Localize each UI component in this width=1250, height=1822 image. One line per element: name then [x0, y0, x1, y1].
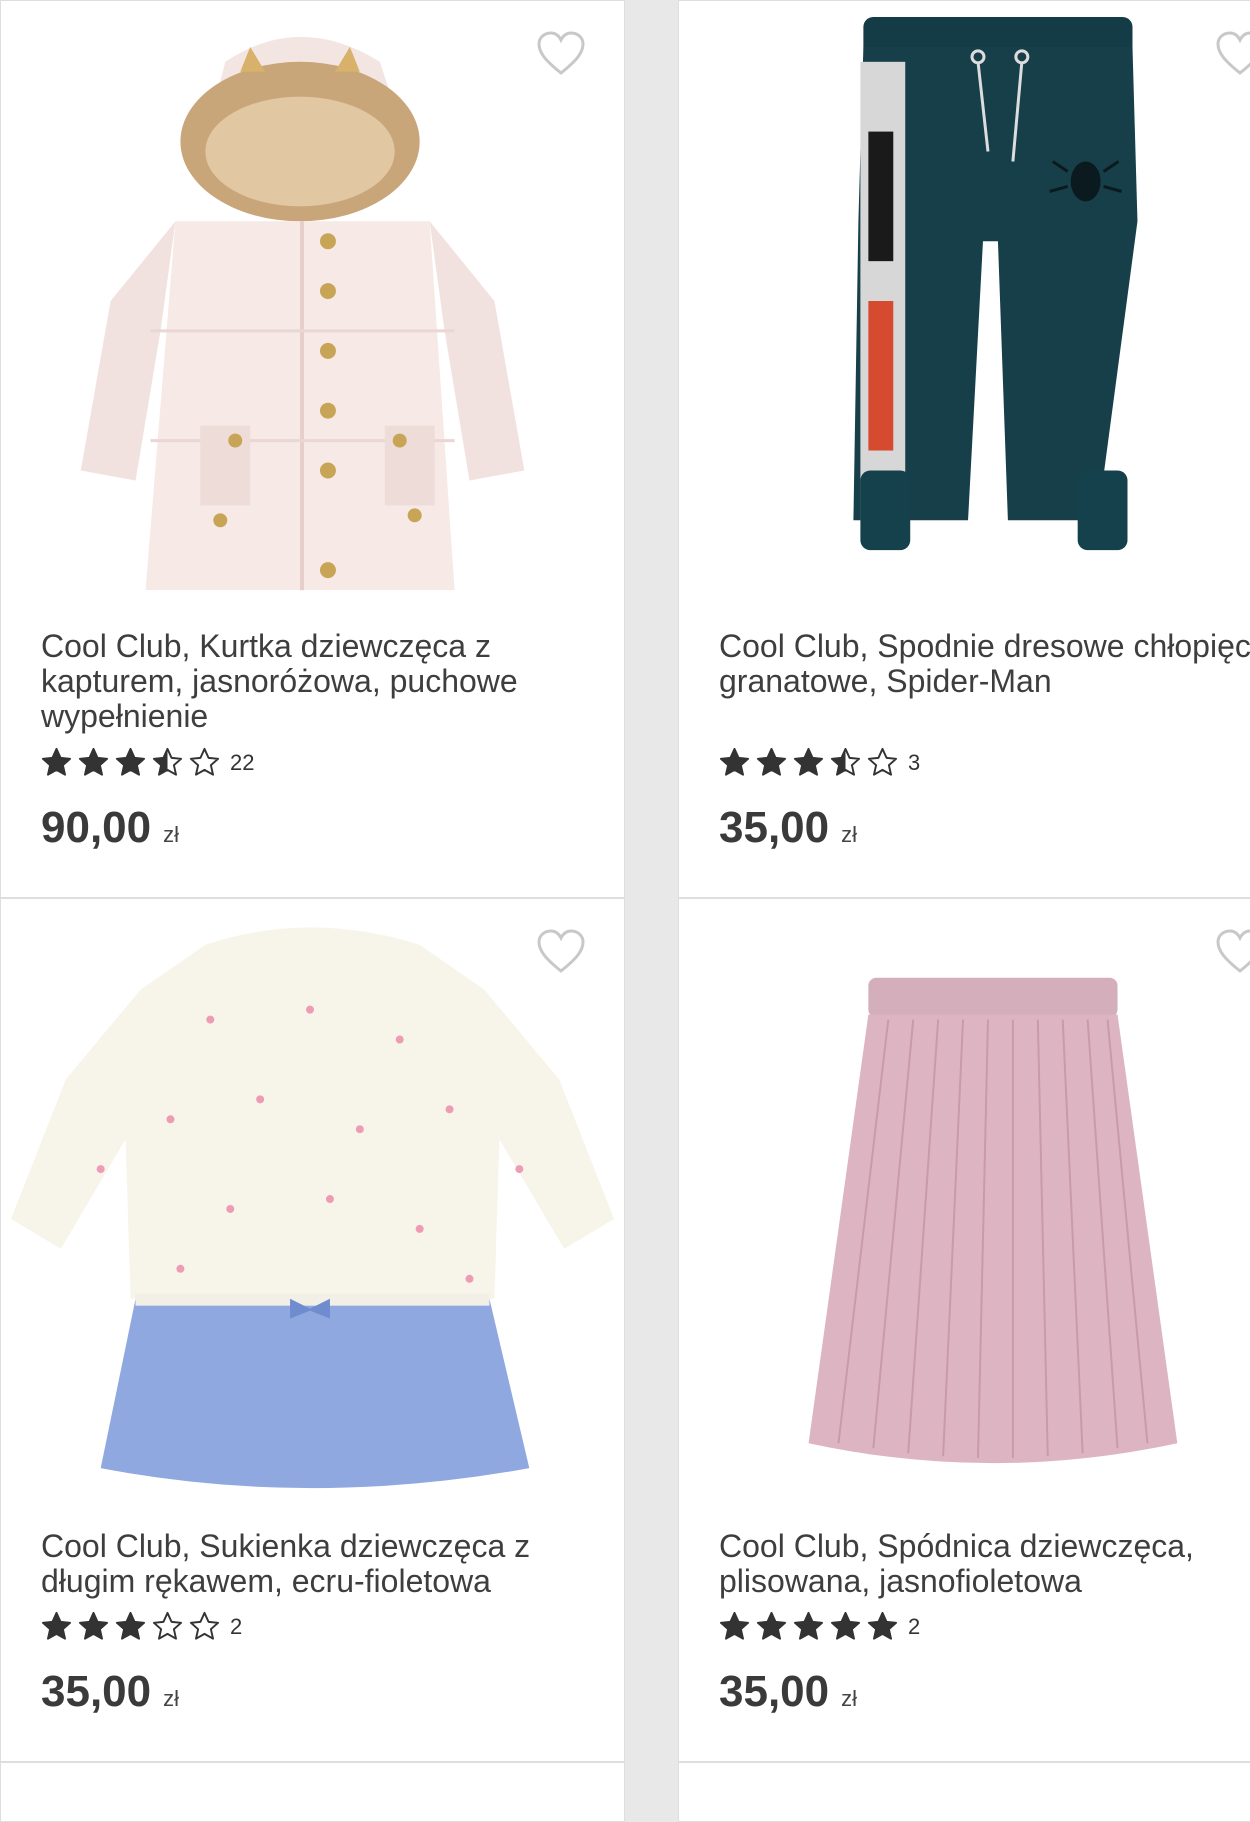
product-card[interactable]: Cool Club, Kurtka dziewczęca z kapturem,…	[0, 0, 625, 898]
product-title[interactable]: Cool Club, Spódnica dziewczęca, plisowan…	[719, 1529, 1250, 1599]
star-icon	[719, 747, 750, 776]
star-icon	[867, 1611, 898, 1640]
product-price: 35,00 zł	[719, 803, 857, 853]
product-rating: 2	[41, 1611, 242, 1642]
star-icon	[867, 747, 898, 776]
price-amount: 35,00	[41, 1667, 152, 1716]
star-icon	[189, 747, 220, 776]
price-amount: 35,00	[719, 1667, 830, 1716]
product-card[interactable]: Cool Club, Spódnica dziewczęca, plisowan…	[678, 898, 1250, 1762]
price-currency: zł	[841, 1686, 857, 1711]
price-amount: 35,00	[719, 803, 830, 852]
star-icon	[115, 747, 146, 776]
product-title[interactable]: Cool Club, Spodnie dresowe chłopięce, gr…	[719, 629, 1250, 699]
product-price: 35,00 zł	[719, 1667, 857, 1717]
star-icon	[41, 747, 72, 776]
star-icon	[830, 1611, 861, 1640]
skirt-image	[808, 977, 1178, 1464]
favorite-heart-icon[interactable]	[1215, 31, 1250, 77]
favorite-heart-icon[interactable]	[536, 929, 586, 975]
review-count: 3	[908, 749, 921, 775]
product-price: 35,00 zł	[41, 1667, 179, 1717]
product-card[interactable]	[0, 1762, 625, 1822]
product-rating: 22	[41, 747, 254, 778]
review-count: 2	[908, 1613, 921, 1639]
star-icon	[115, 1611, 146, 1640]
star-icon	[78, 747, 109, 776]
star-icon	[756, 1611, 787, 1640]
star-icon	[756, 747, 787, 776]
dress-image	[10, 927, 615, 1489]
product-price: 90,00 zł	[41, 803, 179, 853]
star-icon	[78, 1611, 109, 1640]
product-card[interactable]: Cool Club, Sukienka dziewczęca z długim …	[0, 898, 625, 1762]
product-image[interactable]	[1, 899, 624, 1509]
star-icon	[793, 747, 824, 776]
star-icon	[152, 747, 183, 776]
sweatpants-image	[853, 16, 1138, 551]
star-icon	[41, 1611, 72, 1640]
favorite-heart-icon[interactable]	[1215, 929, 1250, 975]
review-count: 2	[230, 1613, 243, 1639]
product-rating: 2	[719, 1611, 920, 1642]
product-image[interactable]	[679, 899, 1250, 1509]
product-image[interactable]	[1, 1, 624, 611]
price-currency: zł	[841, 822, 857, 847]
product-title[interactable]: Cool Club, Sukienka dziewczęca z długim …	[41, 1529, 601, 1599]
favorite-heart-icon[interactable]	[536, 31, 586, 77]
review-count: 22	[230, 749, 255, 775]
price-amount: 90,00	[41, 803, 152, 852]
product-rating: 3	[719, 747, 920, 778]
star-icon	[793, 1611, 824, 1640]
jacket-image	[80, 36, 525, 591]
price-currency: zł	[163, 822, 179, 847]
star-icon	[830, 747, 861, 776]
product-card[interactable]: Cool Club, Spodnie dresowe chłopięce, gr…	[678, 0, 1250, 898]
product-title[interactable]: Cool Club, Kurtka dziewczęca z kapturem,…	[41, 629, 601, 734]
product-card[interactable]	[678, 1762, 1250, 1822]
star-icon	[152, 1611, 183, 1640]
star-icon	[719, 1611, 750, 1640]
price-currency: zł	[163, 1686, 179, 1711]
product-image[interactable]	[679, 1, 1250, 611]
star-icon	[189, 1611, 220, 1640]
